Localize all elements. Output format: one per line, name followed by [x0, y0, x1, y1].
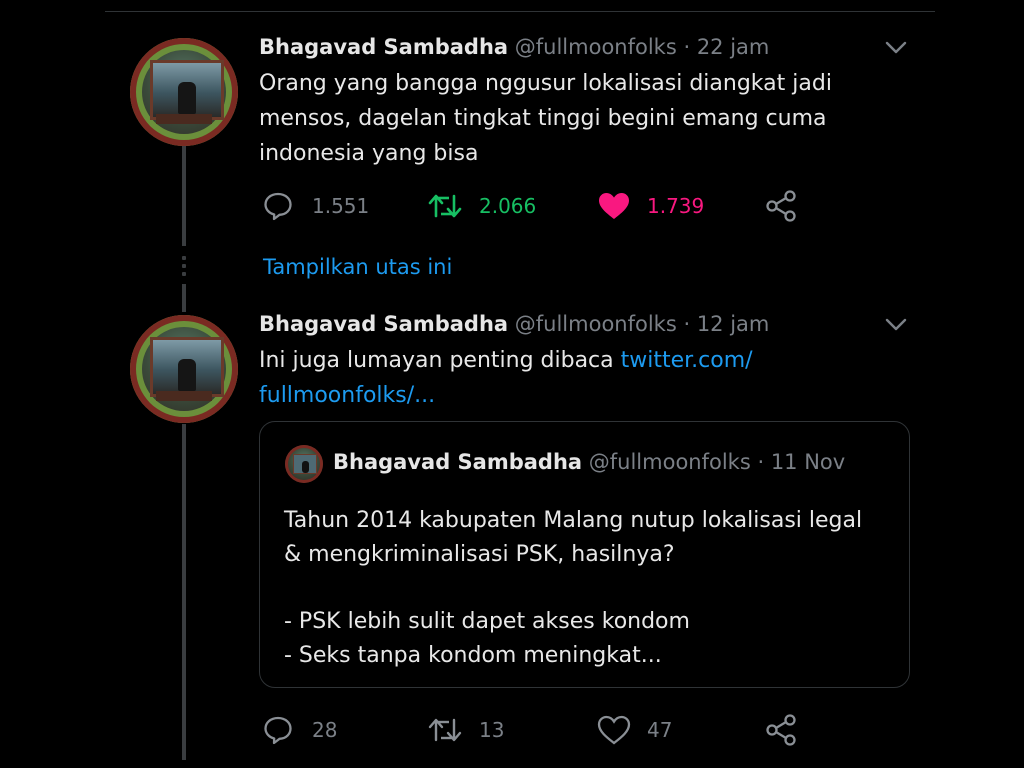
thread-line	[182, 284, 186, 312]
reply-button[interactable]: 1.551	[262, 186, 369, 226]
heart-icon	[597, 715, 631, 745]
tweet-time[interactable]: · 22 jam	[683, 35, 769, 59]
share-icon	[766, 714, 796, 746]
reply-count: 1.551	[312, 194, 370, 218]
thread-dot	[182, 272, 186, 276]
tweet-text-line: Orang yang bangga nggusur lokalisasi dia…	[259, 71, 832, 96]
quoted-text-line: - Seks tanpa kondom meningkat...	[284, 643, 662, 668]
thread-dot	[182, 264, 186, 268]
quoted-text-line: - PSK lebih sulit dapet akses kondom	[284, 609, 690, 634]
author-handle[interactable]: @fullmoonfolks	[515, 312, 677, 336]
share-button[interactable]	[764, 186, 798, 226]
quoted-time: · 11 Nov	[757, 450, 846, 474]
show-thread-link[interactable]: Tampilkan utas ini	[263, 255, 452, 279]
tweet-actions: 28 13 47	[259, 710, 819, 750]
thread-dot	[182, 256, 186, 260]
tweet-link[interactable]: twitter.com/	[621, 348, 753, 373]
chevron-down-icon[interactable]	[884, 317, 908, 333]
tweet-text: Ini juga lumayan penting dibaca twitter.…	[259, 343, 899, 413]
retweet-button[interactable]: 2.066	[427, 186, 536, 226]
author-handle[interactable]: @fullmoonfolks	[515, 35, 677, 59]
tweet-header: Bhagavad Sambadha @fullmoonfolks · 12 ja…	[259, 312, 769, 336]
retweet-count: 13	[479, 718, 505, 742]
tweet-text-body: Ini juga lumayan penting dibaca	[259, 348, 614, 373]
tweet-time[interactable]: · 12 jam	[683, 312, 769, 336]
retweet-count: 2.066	[479, 194, 537, 218]
quoted-author-name: Bhagavad Sambadha	[333, 450, 583, 474]
quoted-header: Bhagavad Sambadha @fullmoonfolks · 11 No…	[333, 450, 845, 474]
quoted-text-line: & mengkriminalisasi PSK, hasilnya?	[284, 542, 675, 567]
thread-line	[182, 424, 186, 760]
like-button[interactable]: 47	[597, 710, 672, 750]
quoted-author-handle: @fullmoonfolks	[588, 450, 751, 474]
tweet-text-line: mensos, dagelan tingkat tinggi begini em…	[259, 106, 827, 131]
heart-icon	[599, 193, 629, 219]
reply-button[interactable]: 28	[262, 710, 337, 750]
share-icon	[766, 190, 796, 222]
like-count: 47	[647, 718, 673, 742]
reply-icon	[264, 716, 292, 745]
chevron-down-icon[interactable]	[884, 40, 908, 56]
reply-count: 28	[312, 718, 338, 742]
retweet-icon	[428, 194, 462, 218]
like-count: 1.739	[647, 194, 705, 218]
author-name[interactable]: Bhagavad Sambadha	[259, 35, 508, 59]
tweet-text-line: indonesia yang bisa	[259, 141, 479, 166]
tweet-link[interactable]: fullmoonfolks/...	[259, 378, 899, 413]
tweet-text: Orang yang bangga nggusur lokalisasi dia…	[259, 66, 859, 171]
top-divider	[105, 11, 935, 12]
avatar[interactable]	[130, 315, 238, 423]
tweet-actions: 1.551 2.066 1.739	[259, 186, 819, 226]
thread-line	[182, 146, 186, 246]
avatar[interactable]	[130, 38, 238, 146]
reply-icon	[264, 192, 292, 221]
retweet-icon	[428, 718, 462, 742]
quoted-avatar	[285, 445, 323, 483]
author-name[interactable]: Bhagavad Sambadha	[259, 312, 508, 336]
like-button[interactable]: 1.739	[597, 186, 704, 226]
share-button[interactable]	[764, 710, 798, 750]
tweet-header: Bhagavad Sambadha @fullmoonfolks · 22 ja…	[259, 35, 769, 59]
retweet-button[interactable]: 13	[427, 710, 504, 750]
quoted-text-line: Tahun 2014 kabupaten Malang nutup lokali…	[284, 508, 863, 533]
